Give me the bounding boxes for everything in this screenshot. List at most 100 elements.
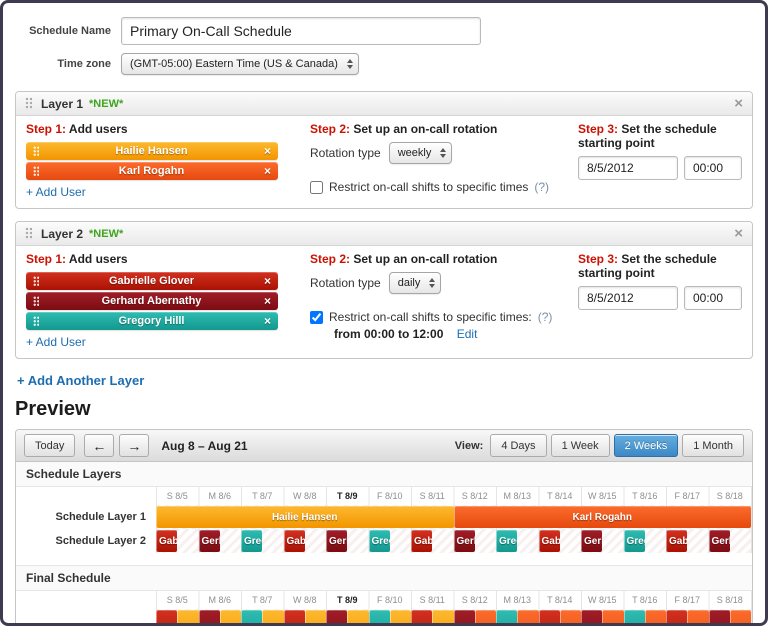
- schedule-block[interactable]: Karl Rogahn: [454, 506, 752, 528]
- schedule-block[interactable]: Gregory Hilll: [624, 610, 645, 626]
- schedule-block[interactable]: Karl Rogahn: [560, 610, 581, 626]
- schedule-block[interactable]: Gabrielle Glover: [666, 530, 687, 552]
- schedule-block[interactable]: Gabrielle Glover: [156, 610, 177, 626]
- restrict-checkbox[interactable]: [310, 181, 323, 194]
- start-time-input[interactable]: [684, 286, 742, 310]
- day-header: F 8/10: [369, 591, 412, 609]
- schedule-block[interactable]: Gerhard Abernathy: [581, 610, 602, 626]
- drag-handle-icon[interactable]: [25, 97, 32, 110]
- schedule-block[interactable]: Hailie Hansen: [390, 610, 411, 626]
- schedule-block[interactable]: Karl Rogahn: [645, 610, 666, 626]
- view-2weeks-button[interactable]: 2 Weeks: [614, 434, 679, 457]
- close-icon[interactable]: ×: [734, 96, 743, 111]
- remove-user-icon[interactable]: ×: [264, 165, 271, 177]
- remove-user-icon[interactable]: ×: [264, 145, 271, 157]
- remove-user-icon[interactable]: ×: [264, 275, 271, 287]
- user-pill[interactable]: Gerhard Abernathy×: [26, 292, 278, 310]
- schedule-block[interactable]: Gabrielle Glover: [284, 530, 305, 552]
- view-1week-button[interactable]: 1 Week: [551, 434, 610, 457]
- drag-handle-icon[interactable]: [33, 276, 39, 287]
- rotation-type-select[interactable]: daily: [389, 272, 442, 294]
- start-date-input[interactable]: [578, 286, 678, 310]
- schedule-block[interactable]: Gabrielle Glover: [539, 610, 560, 626]
- schedule-block[interactable]: Gerhard Abernathy: [454, 530, 475, 552]
- schedule-block[interactable]: Karl Rogahn: [475, 610, 496, 626]
- restrict-checkbox[interactable]: [310, 311, 323, 324]
- layer-title: Layer 1: [41, 97, 83, 111]
- help-icon[interactable]: (?): [534, 180, 549, 194]
- schedule-block[interactable]: Karl Rogahn: [687, 610, 708, 626]
- schedule-name-input[interactable]: [121, 17, 481, 45]
- schedule-block[interactable]: Hailie Hansen: [156, 506, 454, 528]
- user-pill[interactable]: Gabrielle Glover×: [26, 272, 278, 290]
- add-user-link[interactable]: + Add User: [26, 335, 86, 349]
- next-arrow-button[interactable]: →: [119, 434, 149, 457]
- drag-handle-icon[interactable]: [33, 316, 39, 327]
- drag-handle-icon[interactable]: [25, 227, 32, 240]
- schedule-block[interactable]: Gabrielle Glover: [411, 530, 432, 552]
- schedule-block[interactable]: Karl Rogahn: [602, 610, 623, 626]
- start-date-input[interactable]: [578, 156, 678, 180]
- schedule-block[interactable]: Karl Rogahn: [730, 610, 751, 626]
- preview-toolbar: Today ← → Aug 8 – Aug 21 View: 4 Days 1 …: [16, 430, 752, 462]
- remove-user-icon[interactable]: ×: [264, 315, 271, 327]
- day-header: S 8/11: [411, 487, 454, 505]
- schedule-block[interactable]: Gregory Hilll: [369, 610, 390, 626]
- schedule-block[interactable]: Gerhard Abernathy: [709, 530, 730, 552]
- schedule-block[interactable]: Hailie Hansen: [262, 610, 283, 626]
- schedule-block[interactable]: Gregory Hilll: [369, 530, 390, 552]
- view-1month-button[interactable]: 1 Month: [682, 434, 744, 457]
- restrict-detail-row: from 00:00 to 12:00 Edit: [334, 327, 572, 341]
- schedule-block[interactable]: Gregory Hilll: [624, 530, 645, 552]
- day-header: T 8/9: [326, 591, 369, 609]
- start-time-input[interactable]: [684, 156, 742, 180]
- today-button[interactable]: Today: [24, 434, 75, 457]
- schedule-block[interactable]: Gabrielle Glover: [666, 610, 687, 626]
- edit-link[interactable]: Edit: [457, 327, 478, 341]
- preview-heading: Preview: [15, 398, 753, 421]
- view-4days-button[interactable]: 4 Days: [490, 434, 546, 457]
- prev-arrow-button[interactable]: ←: [84, 434, 114, 457]
- timezone-select[interactable]: (GMT-05:00) Eastern Time (US & Canada): [121, 53, 359, 75]
- drag-handle-icon[interactable]: [33, 146, 39, 157]
- schedule-block[interactable]: Gabrielle Glover: [156, 530, 177, 552]
- schedule-block[interactable]: Gerhard Abernathy: [326, 610, 347, 626]
- schedule-block[interactable]: Hailie Hansen: [432, 610, 453, 626]
- schedule-block[interactable]: Hailie Hansen: [305, 610, 326, 626]
- schedule-block[interactable]: Gerhard Abernathy: [199, 610, 220, 626]
- close-icon[interactable]: ×: [734, 226, 743, 241]
- add-user-link[interactable]: + Add User: [26, 185, 86, 199]
- user-pill[interactable]: Karl Rogahn×: [26, 162, 278, 180]
- schedule-block[interactable]: Gabrielle Glover: [411, 610, 432, 626]
- step2-number: Step 2:: [310, 252, 350, 266]
- schedule-block[interactable]: Gerhard Abernathy: [709, 610, 730, 626]
- day-header: F 8/17: [666, 487, 709, 505]
- schedule-block[interactable]: Gregory Hilll: [496, 610, 517, 626]
- schedule-block[interactable]: Gerhard Abernathy: [199, 530, 220, 552]
- user-pill[interactable]: Hailie Hansen×: [26, 142, 278, 160]
- remove-user-icon[interactable]: ×: [264, 295, 271, 307]
- schedule-block[interactable]: Hailie Hansen: [347, 610, 368, 626]
- rotation-type-select[interactable]: weekly: [389, 142, 453, 164]
- schedule-block[interactable]: Gerhard Abernathy: [326, 530, 347, 552]
- user-pill[interactable]: Gregory Hilll×: [26, 312, 278, 330]
- schedule-block-label: Gregory Hilll: [369, 536, 390, 547]
- schedule-block[interactable]: Gregory Hilll: [241, 610, 262, 626]
- schedule-block[interactable]: Hailie Hansen: [177, 610, 198, 626]
- schedule-block[interactable]: Gregory Hilll: [496, 530, 517, 552]
- user-list: Gabrielle Glover× Gerhard Abernathy× Grego…: [26, 272, 304, 330]
- schedule-block[interactable]: Gabrielle Glover: [284, 610, 305, 626]
- gutter: [16, 591, 156, 609]
- schedule-block[interactable]: Gerhard Abernathy: [581, 530, 602, 552]
- schedule-block[interactable]: Gerhard Abernathy: [454, 610, 475, 626]
- day-header: T 8/9: [326, 487, 369, 505]
- schedule-block[interactable]: Karl Rogahn: [517, 610, 538, 626]
- schedule-block[interactable]: Gabrielle Glover: [539, 530, 560, 552]
- drag-handle-icon[interactable]: [33, 166, 39, 177]
- drag-handle-icon[interactable]: [33, 296, 39, 307]
- schedule-block[interactable]: Gregory Hilll: [241, 530, 262, 552]
- add-another-layer-link[interactable]: + Add Another Layer: [17, 373, 144, 388]
- help-icon[interactable]: (?): [538, 310, 553, 324]
- restrict-label: Restrict on-call shifts to specific time…: [329, 310, 532, 324]
- schedule-block[interactable]: Hailie Hansen: [220, 610, 241, 626]
